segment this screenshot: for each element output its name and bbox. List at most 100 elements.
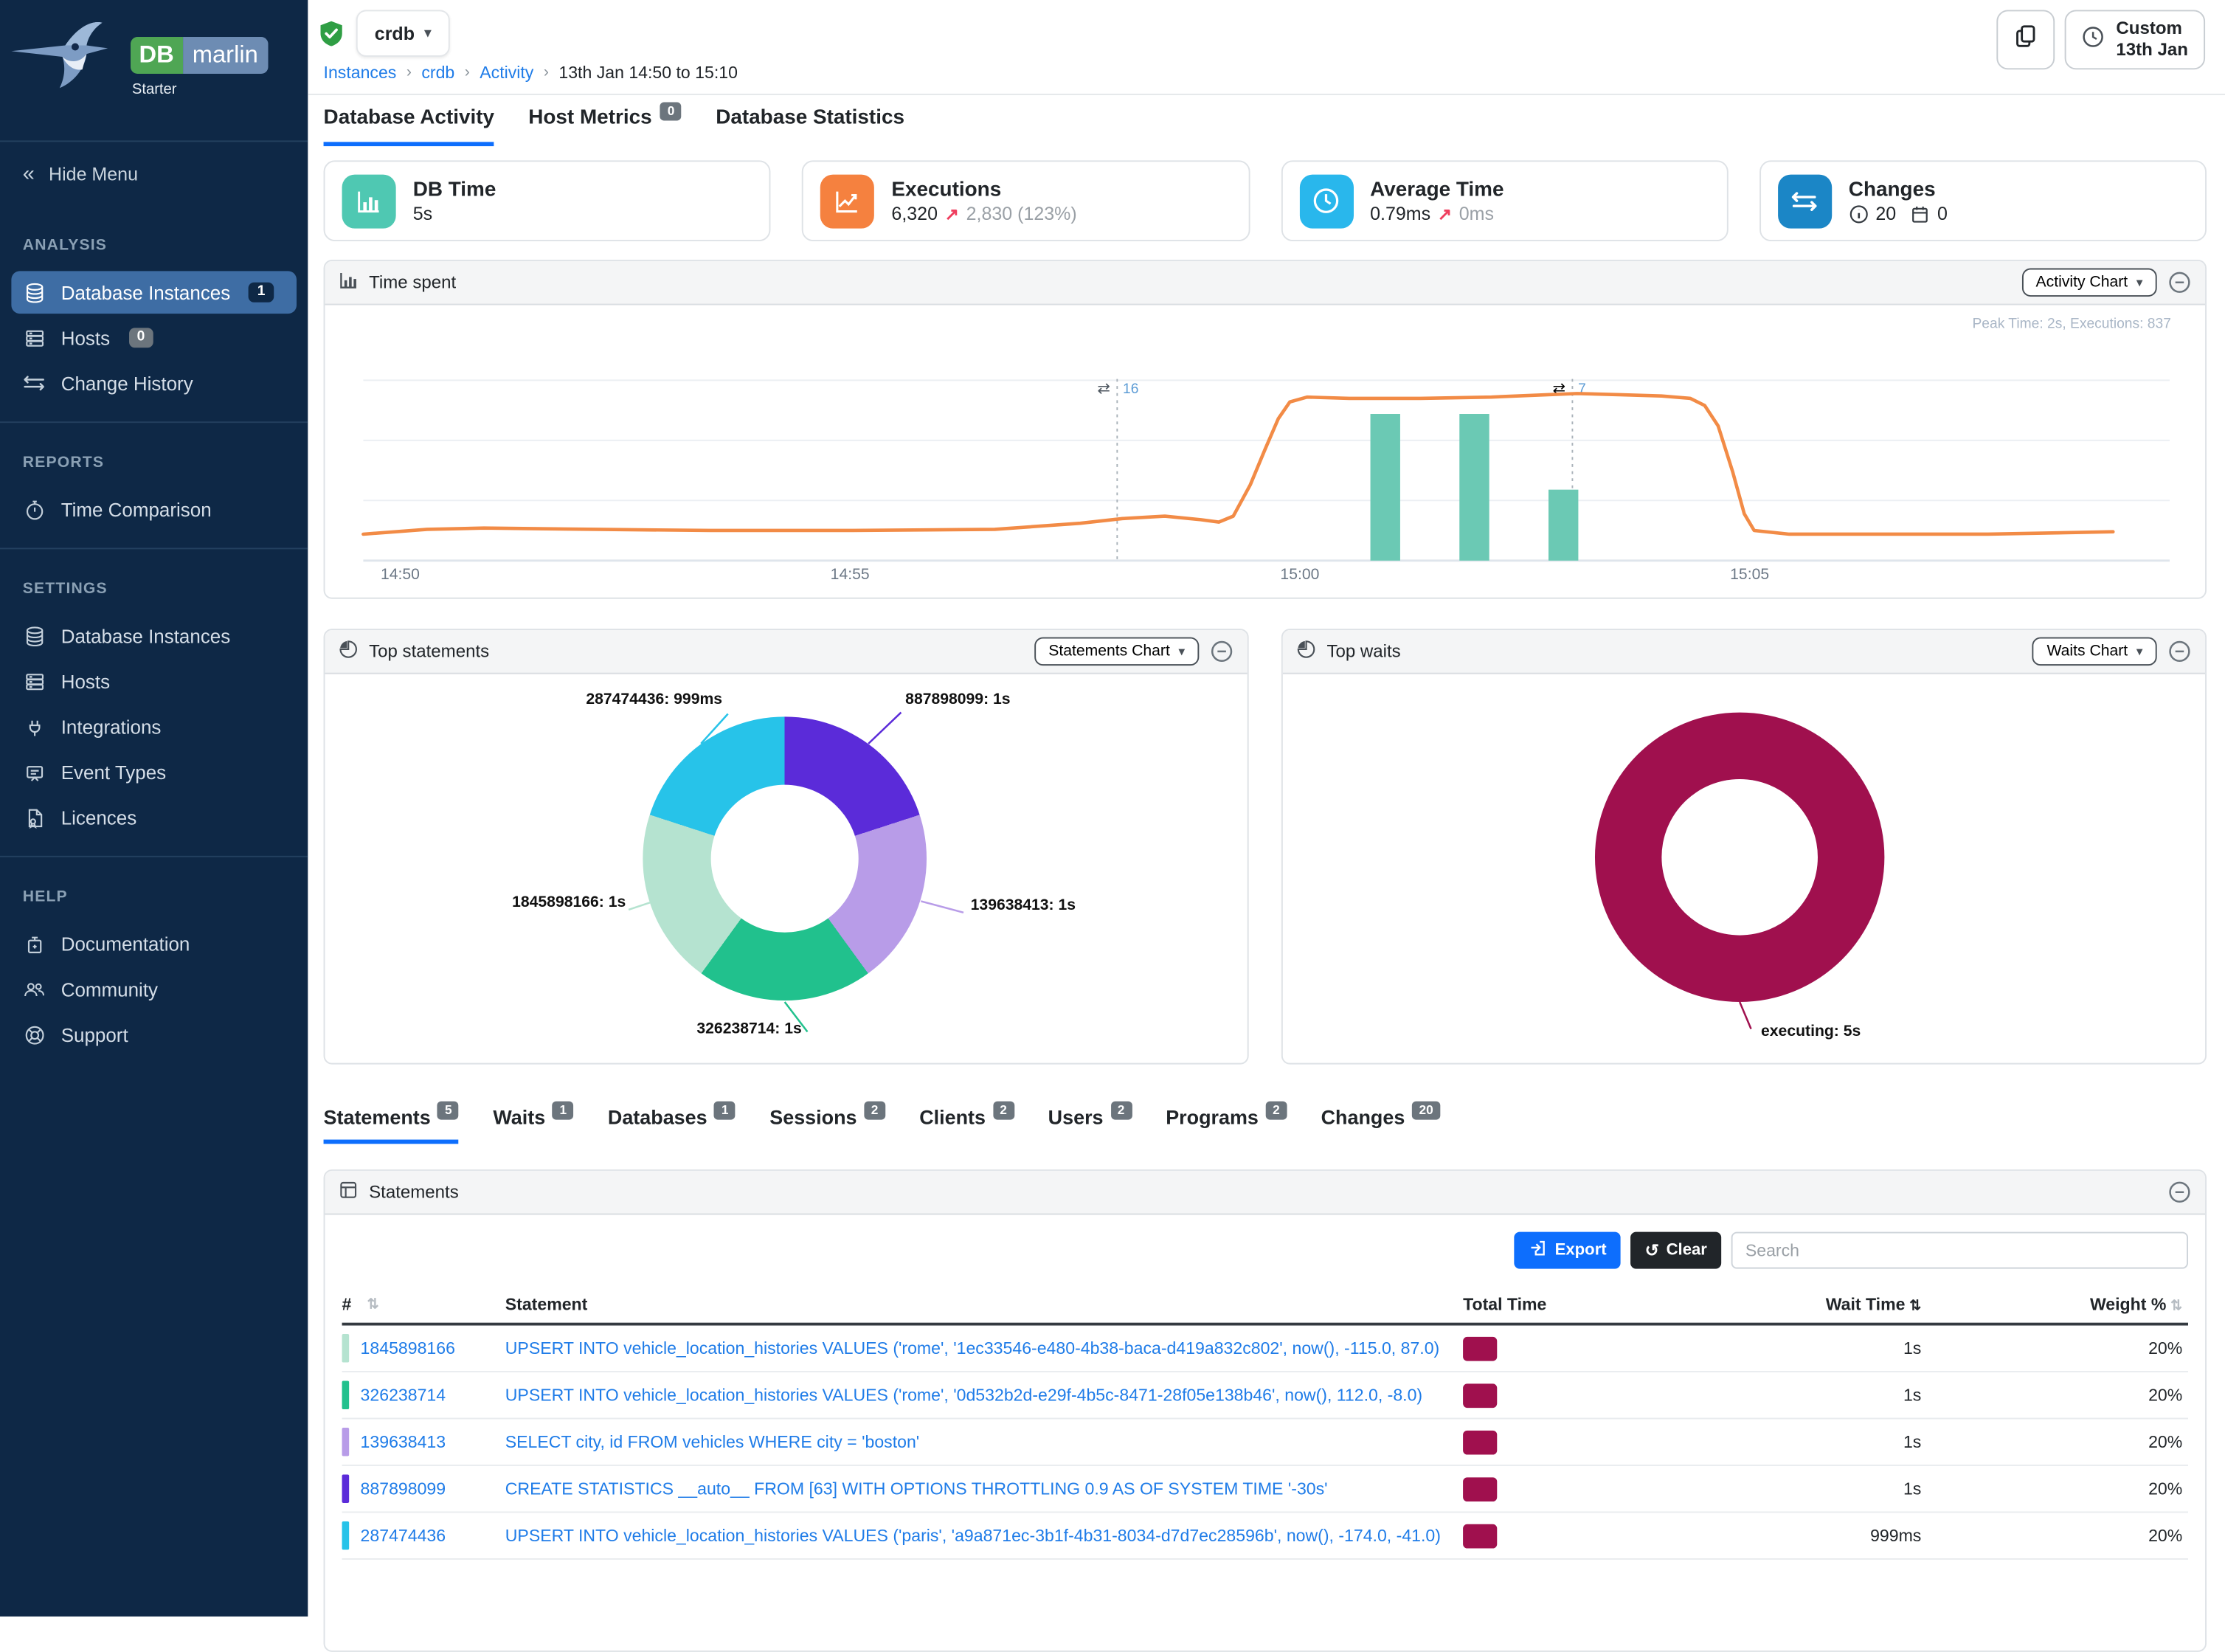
sidebar-item-event-types[interactable]: Event Types <box>11 751 297 794</box>
tab-host-metrics[interactable]: Host Metrics0 <box>528 106 682 146</box>
activity-chart-dropdown[interactable]: Activity Chart ▾ <box>2021 269 2156 297</box>
top-waits-donut[interactable]: executing: 5s <box>1283 674 2205 1065</box>
statement-link[interactable]: UPSERT INTO vehicle_location_histories V… <box>505 1385 1422 1405</box>
brand-name: marlin <box>182 37 268 74</box>
waits-chart-dropdown[interactable]: Waits Chart ▾ <box>2032 637 2156 666</box>
statement-link[interactable]: SELECT city, id FROM vehicles WHERE city… <box>505 1432 919 1452</box>
statement-link[interactable]: UPSERT INTO vehicle_location_histories V… <box>505 1526 1441 1546</box>
db-time-line[interactable] <box>363 393 2113 534</box>
sort-icon[interactable]: ⇅ <box>2170 1299 2182 1314</box>
sidebar-item-hosts[interactable]: Hosts <box>11 660 297 702</box>
trend-up-icon: ↗ <box>1438 204 1452 224</box>
hide-menu-button[interactable]: « Hide Menu <box>0 142 308 206</box>
collapse-panel-icon[interactable] <box>2168 640 2191 663</box>
column-header-statement: Statement <box>505 1294 1463 1314</box>
copy-link-button[interactable] <box>1997 10 2055 69</box>
community-icon <box>23 978 46 1000</box>
statement-color-chip <box>342 1334 350 1362</box>
statement-link[interactable]: UPSERT INTO vehicle_location_histories V… <box>505 1338 1439 1358</box>
donut-hole <box>1661 779 1818 936</box>
metric-value: 5s <box>413 203 432 224</box>
metric-value: 6,320 <box>891 203 938 224</box>
statement-id-cell: 887898099 <box>342 1474 505 1502</box>
sidebar-section-title: REPORTS <box>0 443 308 485</box>
sidebar-item-integrations[interactable]: Integrations <box>11 705 297 748</box>
total-time-bar <box>1463 1476 1497 1501</box>
trend-up-icon: ↗ <box>945 204 959 224</box>
sidebar-section-help: HELPDocumentationCommunitySupport <box>0 856 308 1073</box>
statements-donut-ring[interactable] <box>643 716 927 1000</box>
clear-button[interactable]: ↺ Clear <box>1630 1232 1721 1269</box>
instance-selector[interactable]: crdb ▾ <box>356 10 449 56</box>
sidebar-item-support[interactable]: Support <box>11 1013 297 1056</box>
collapse-panel-icon[interactable] <box>2168 1181 2191 1203</box>
statements-chart-dropdown[interactable]: Statements Chart ▾ <box>1034 637 1199 666</box>
time-spent-chart[interactable]: Peak Time: 2s, Executions: 837 ⇄16⇄7 14:… <box>325 305 2205 599</box>
main-content: crdb ▾ Instances›crdb›Activity›13th Jan … <box>308 0 2225 1617</box>
tab-waits[interactable]: Waits1 <box>493 1105 573 1144</box>
sidebar-item-database-instances[interactable]: Database Instances <box>11 615 297 657</box>
time-spent-panel: Time spent Activity Chart ▾ Peak Time: 2… <box>324 260 2207 599</box>
count-badge: 20 <box>1412 1102 1440 1120</box>
statements-slice-label: 287474436: 999ms <box>586 691 722 708</box>
database-icon <box>23 281 46 304</box>
statement-id-cell: 139638413 <box>342 1428 505 1456</box>
statement-id-link[interactable]: 287474436 <box>361 1526 446 1546</box>
tab-database-activity[interactable]: Database Activity <box>324 106 495 146</box>
metric-card-value: 200 <box>1849 203 1948 224</box>
clock-icon <box>2082 25 2105 55</box>
tab-databases[interactable]: Databases1 <box>608 1105 736 1144</box>
wait-time-cell: 1s <box>1690 1432 1922 1452</box>
time-range-button[interactable]: Custom 13th Jan <box>2065 10 2205 69</box>
tab-clients[interactable]: Clients2 <box>919 1105 1014 1144</box>
breadcrumb-instances[interactable]: Instances <box>324 63 397 83</box>
executions-bar[interactable] <box>1548 490 1578 561</box>
statement-cell: UPSERT INTO vehicle_location_histories V… <box>505 1338 1463 1358</box>
collapse-panel-icon[interactable] <box>2168 271 2191 294</box>
sidebar-item-community[interactable]: Community <box>11 968 297 1011</box>
statement-id-link[interactable]: 139638413 <box>361 1432 446 1452</box>
sidebar-item-documentation[interactable]: Documentation <box>11 922 297 965</box>
sidebar-item-hosts[interactable]: Hosts0 <box>11 317 297 359</box>
clock-icon <box>1299 174 1353 228</box>
top-statements-donut[interactable]: 887898099: 1s139638413: 1s326238714: 1s1… <box>325 674 1247 1065</box>
search-input[interactable] <box>1731 1232 2188 1269</box>
tab-sessions[interactable]: Sessions2 <box>769 1105 885 1144</box>
tab-programs[interactable]: Programs2 <box>1166 1105 1287 1144</box>
tab-label: Clients <box>919 1105 986 1128</box>
x-tick-label: 14:50 <box>381 566 420 583</box>
count-badge: 5 <box>437 1102 459 1120</box>
executions-bar[interactable] <box>1371 414 1400 561</box>
waits-donut-ring[interactable] <box>1595 713 1884 1002</box>
change-icon <box>23 372 46 395</box>
sort-icon-active[interactable]: ⇅ <box>1909 1299 1921 1314</box>
executions-bar[interactable] <box>1459 414 1489 561</box>
metric-value: 0.79ms <box>1370 203 1430 224</box>
sidebar-item-label: Database Instances <box>61 282 231 303</box>
statement-id-link[interactable]: 1845898166 <box>361 1338 455 1358</box>
sidebar-item-licences[interactable]: Licences <box>11 796 297 839</box>
export-button[interactable]: Export <box>1514 1232 1621 1269</box>
tab-database-statistics[interactable]: Database Statistics <box>716 106 904 146</box>
statement-id-link[interactable]: 887898099 <box>361 1479 446 1499</box>
count-badge: 1 <box>553 1102 574 1120</box>
sidebar-item-time-comparison[interactable]: Time Comparison <box>11 488 297 531</box>
breadcrumb-activity[interactable]: Activity <box>480 63 533 83</box>
tab-changes[interactable]: Changes20 <box>1321 1105 1441 1144</box>
statement-id-link[interactable]: 326238714 <box>361 1385 446 1405</box>
statement-id-cell: 1845898166 <box>342 1334 505 1362</box>
sort-icon[interactable]: ⇅ <box>367 1296 379 1312</box>
sidebar-item-change-history[interactable]: Change History <box>11 362 297 404</box>
changes-info-count: 20 <box>1875 203 1896 224</box>
collapse-panel-icon[interactable] <box>1211 640 1233 663</box>
change-marker-count[interactable]: 16 <box>1123 381 1138 397</box>
tab-statements[interactable]: Statements5 <box>324 1105 460 1144</box>
tab-users[interactable]: Users2 <box>1048 1105 1132 1144</box>
x-tick-label: 15:00 <box>1280 566 1319 583</box>
sidebar-sections: ANALYSISDatabase Instances1Hosts0Change … <box>0 206 308 1073</box>
sidebar-item-label: Event Types <box>61 761 166 783</box>
breadcrumb-crdb[interactable]: crdb <box>421 63 454 83</box>
table-row: 287474436 UPSERT INTO vehicle_location_hi… <box>342 1513 2188 1559</box>
statement-link[interactable]: CREATE STATISTICS __auto__ FROM [63] WIT… <box>505 1479 1328 1499</box>
sidebar-item-database-instances[interactable]: Database Instances1 <box>11 271 297 314</box>
